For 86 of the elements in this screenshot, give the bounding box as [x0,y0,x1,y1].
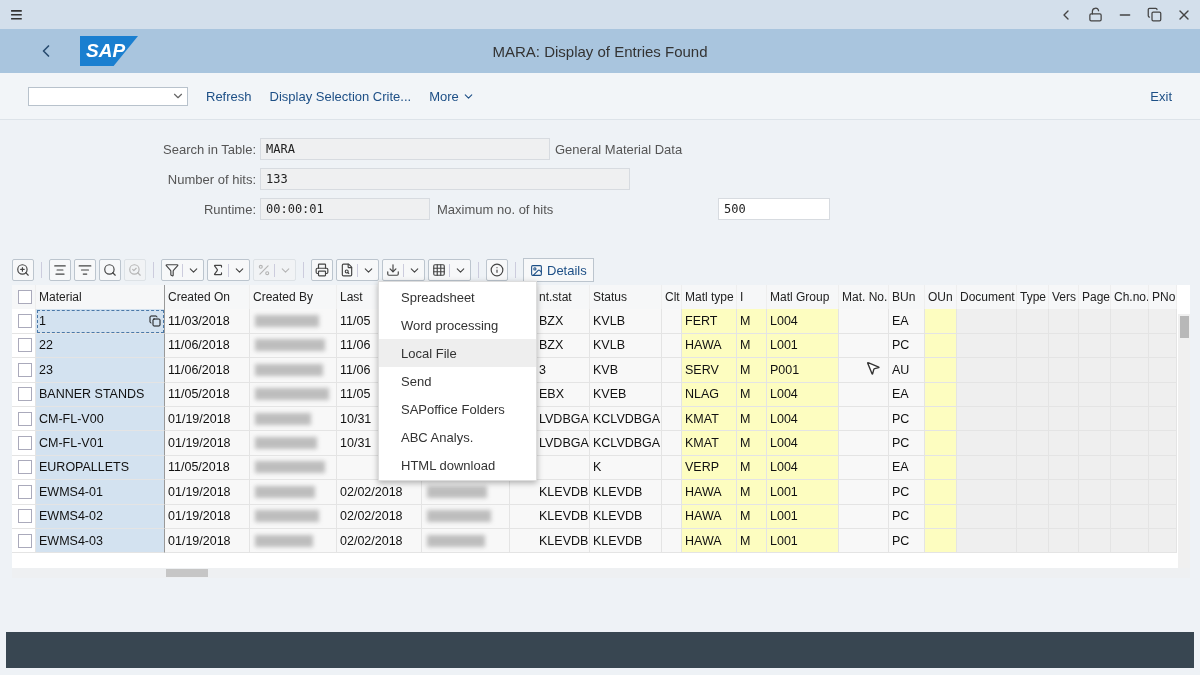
table-cell: L001 [767,333,839,359]
table-cell: 01/19/2018 [165,504,250,529]
table-cell: EA [889,309,925,334]
table-cell: KVEB [590,382,662,407]
table-cell: EWMS4-03 [36,528,165,554]
table-cell: L004 [767,431,839,456]
table-cell: M [737,431,767,456]
table-cell: EA [889,382,925,407]
table-cell: KCLVDBGA [590,406,662,432]
field-label: Runtime: [202,201,257,217]
table-cell: KLEVDB [590,528,662,554]
table-cell: EWMS4-02 [36,504,165,529]
table-cell: L001 [767,528,839,554]
table-cell: 01/19/2018 [165,406,250,432]
table-cell: FERT [682,309,737,334]
table-cell: KVLB [590,333,662,359]
table-cell: L001 [767,504,839,529]
table-cell: NLAG [682,382,737,407]
table-cell: CM-FL-V00 [36,406,165,432]
table-cell: 11/06/2018 [165,333,250,359]
table-cell: 01/19/2018 [165,431,250,456]
table-cell: L004 [767,309,839,334]
table-cell: HAWA [682,504,737,529]
table-cell: 02/02/2018 [337,480,422,505]
table-cell: L001 [767,480,839,505]
field-label: Search in Table: [162,141,257,157]
table-cell: EA [889,455,925,481]
table-cell: KLEVDB [510,504,590,529]
table-cell: M [737,480,767,505]
table-cell: EUROPALLETS [36,455,165,481]
table-cell: PC [889,504,925,529]
table-cell: PC [889,528,925,554]
table-cell: L004 [767,455,839,481]
table-cell: EWMS4-01 [36,480,165,505]
table-cell: KLEVDB [590,504,662,529]
table-cell: PC [889,431,925,456]
table-cell: M [737,455,767,481]
table-cell: HAWA [682,333,737,359]
table-cell: KVB [590,358,662,383]
field-label: Maximum no. of hits [436,201,555,217]
table-cell: M [737,406,767,432]
window-title: MARA: Display of Entries Found [492,42,708,60]
table-cell: L004 [767,382,839,407]
table-cell: KVLB [590,309,662,334]
table-cell: KCLVDBGA [590,431,662,456]
table-cell: PC [889,333,925,359]
hits-field: 133 [260,168,630,190]
table-cell: CM-FL-V01 [36,431,165,456]
table-cell: KLEVDB [510,528,590,554]
table-cell: M [737,504,767,529]
table-cell: KLEVDB [590,480,662,505]
table-cell: 02/02/2018 [337,504,422,529]
table-cell: AU [889,358,925,383]
table-cell: SERV [682,358,737,383]
table-cell: M [737,309,767,334]
field-label: Number of hits: [166,171,257,187]
table-cell: P001 [767,358,839,383]
table-cell: BANNER STANDS [36,382,165,407]
table-cell: KLEVDB [510,480,590,505]
table-cell: KMAT [682,431,737,456]
table-cell: M [737,528,767,554]
table-cell: VERP [682,455,737,481]
table-cell: HAWA [682,528,737,554]
table-cell: 11/06/2018 [165,358,250,383]
table-cell: KMAT [682,406,737,432]
table-name-field: MARA [260,138,550,160]
table-cell: HAWA [682,480,737,505]
table-cell: 11/05/2018 [165,455,250,481]
table-cell: 02/02/2018 [337,528,422,554]
table-cell: 01/19/2018 [165,528,250,554]
logo: SAP [80,36,138,66]
table-description: General Material Data [554,141,684,157]
table-cell: M [737,358,767,383]
table-cell: 01/19/2018 [165,480,250,505]
table-cell: M [737,333,767,359]
table-cell: PC [889,406,925,432]
table-cell: 23 [36,358,165,383]
table-cell: L004 [767,406,839,432]
table-cell: 22 [36,333,165,359]
table-cell: 11/03/2018 [165,309,250,334]
table-cell: PC [889,480,925,505]
table-cell: M [737,382,767,407]
table-cell: K [590,455,662,481]
runtime-field: 00:00:01 [260,198,430,220]
table-cell: 1 [36,309,165,334]
table-cell: 11/05/2018 [165,382,250,407]
